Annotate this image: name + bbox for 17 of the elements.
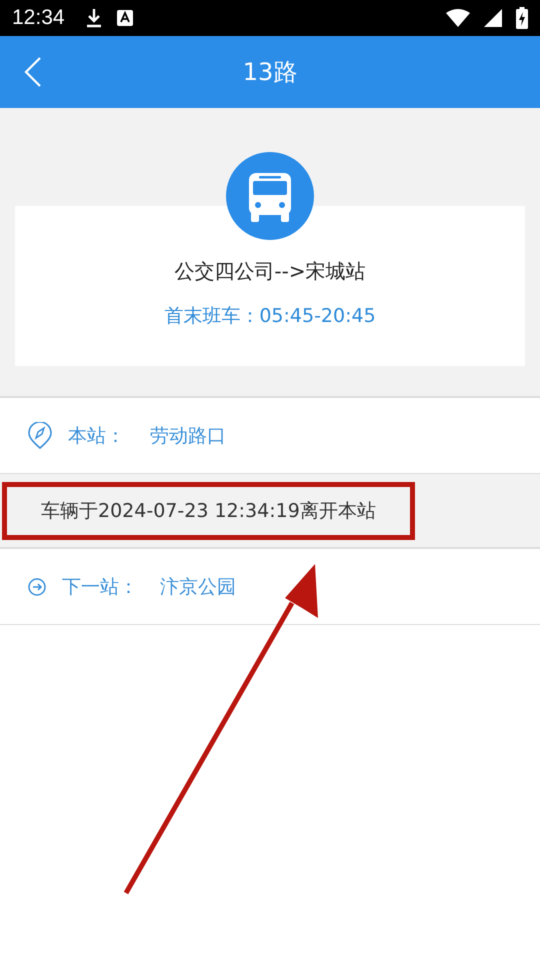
- back-icon[interactable]: [24, 57, 42, 87]
- station-name: 劳动路口: [150, 424, 226, 448]
- battery-icon: [516, 7, 528, 29]
- status-time: 12:34: [12, 6, 65, 30]
- compass-pin-icon: [28, 422, 52, 450]
- station-label: 本站：: [68, 424, 126, 448]
- station-label: 下一站：: [62, 574, 139, 600]
- service-hours: 首末班车：05:45-20:45: [164, 304, 376, 329]
- station-name: 汴京公园: [160, 574, 236, 600]
- notification-app-icon: [116, 10, 133, 26]
- departure-notice: 车辆于2024-07-23 12:34:19离开本站: [2, 482, 415, 540]
- wifi-icon: [446, 9, 470, 27]
- download-icon: [84, 8, 103, 28]
- page-title: 13路: [242, 57, 298, 88]
- signal-icon: [484, 9, 502, 27]
- arrow-circle-icon: [28, 578, 46, 596]
- route-direction: 公交四公司-->宋城站: [174, 258, 366, 285]
